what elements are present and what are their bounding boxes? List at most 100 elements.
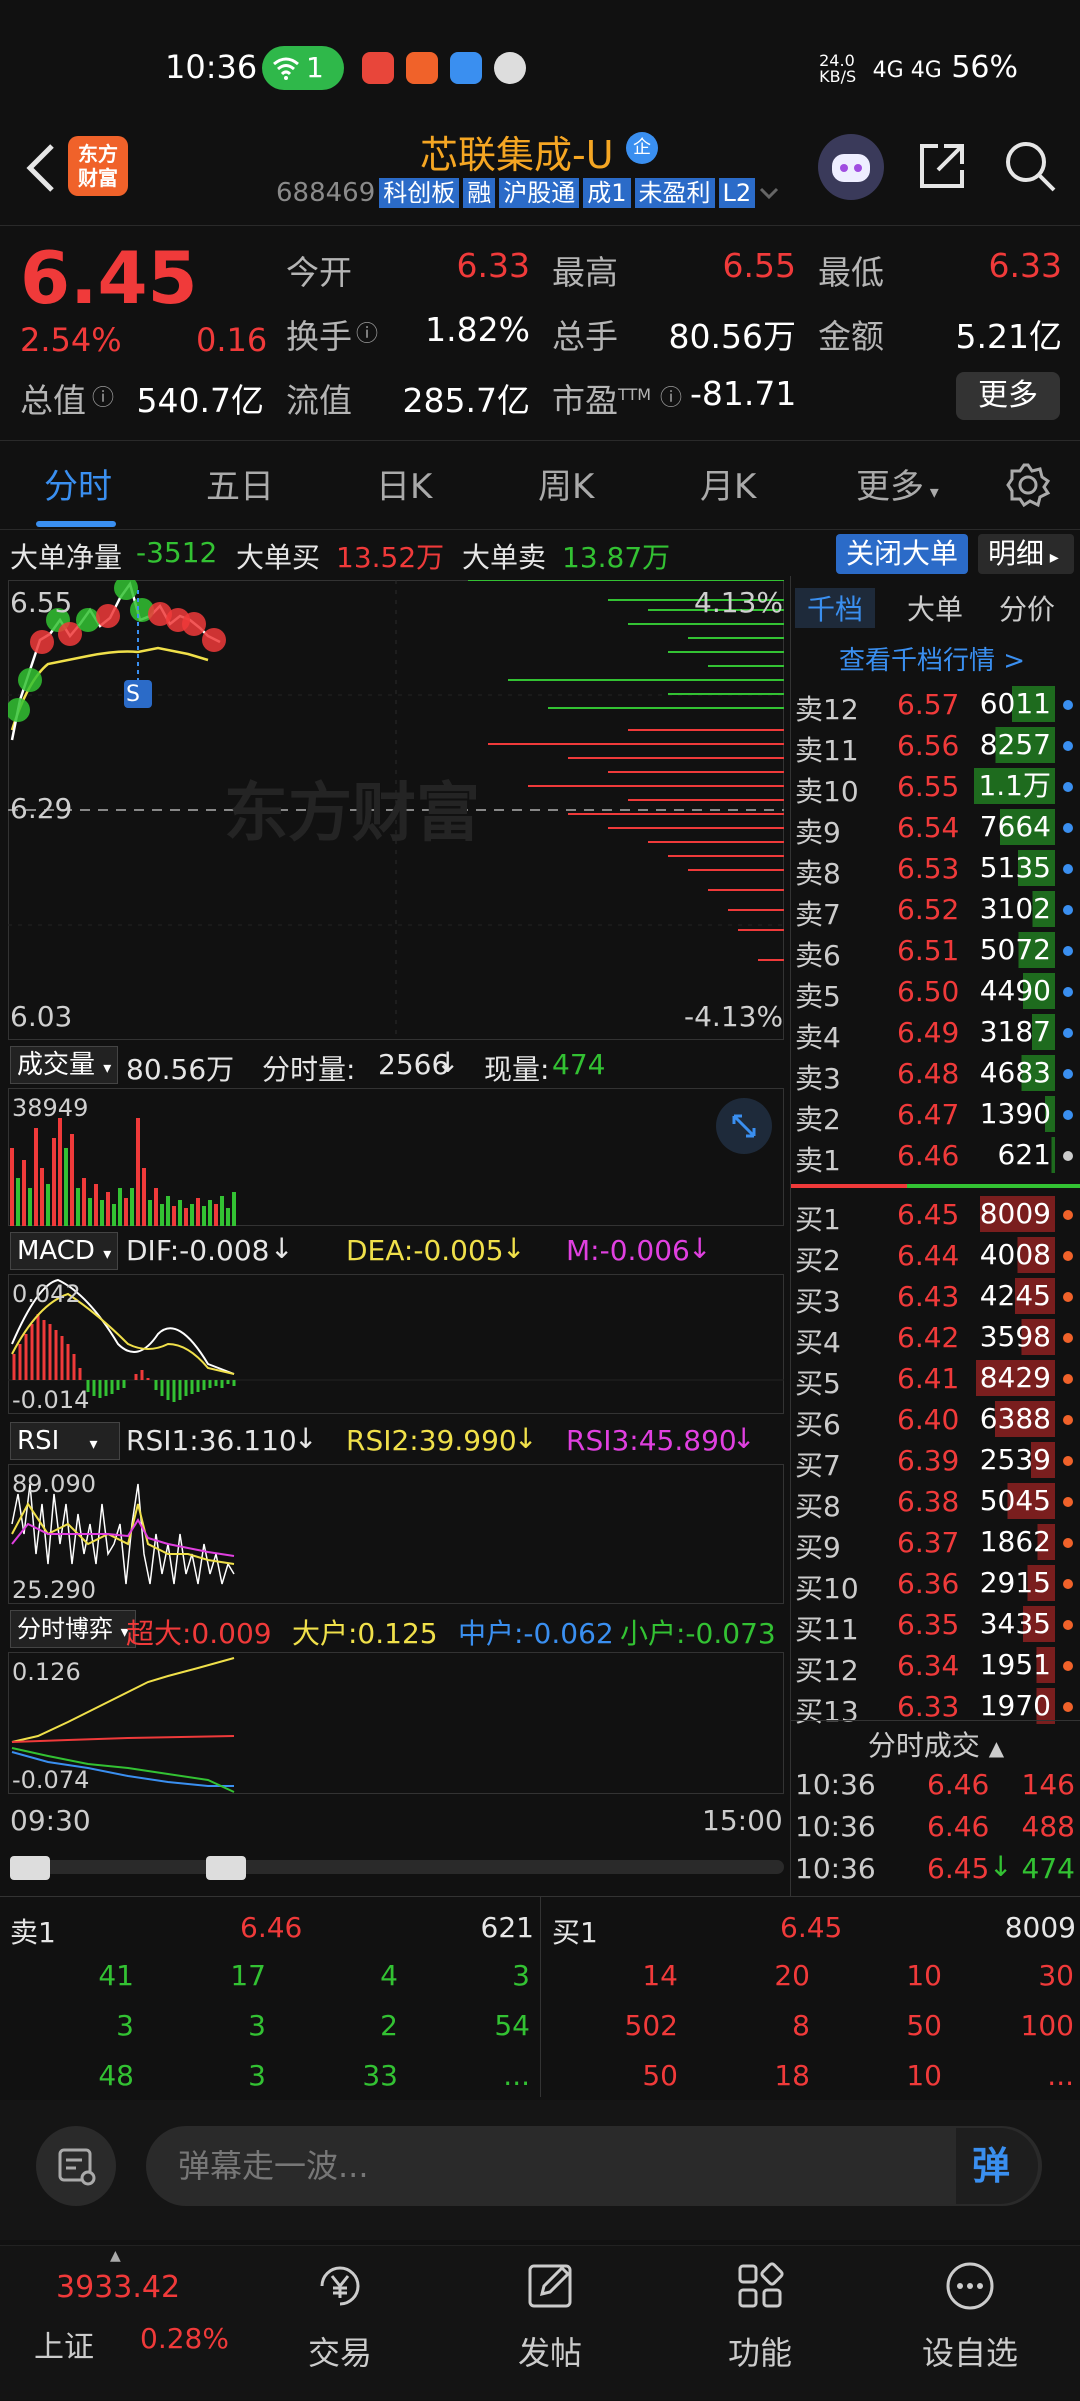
rsi-indicator-button[interactable]: RSI ▾ [10,1422,120,1460]
nav-trade[interactable]: 交易 [240,2246,440,2401]
info-icon[interactable]: ⓘ [92,380,114,412]
info-icon[interactable]: ⓘ [660,380,682,412]
bid-row[interactable]: 买3 6.43 4245 [791,1276,1080,1318]
tab-weekly-k[interactable]: 周K [538,459,594,508]
close-big-order-button[interactable]: 关闭大单 [836,534,968,574]
sell-marker-label[interactable]: S [126,682,140,707]
bid-price: 6.33 [897,1690,960,1723]
ask-row[interactable]: 卖8 6.53 5135 [791,848,1080,890]
view-depth-link[interactable]: 查看千档行情 > [839,640,1025,677]
ask-row[interactable]: 卖4 6.49 3187 [791,1012,1080,1054]
time-sales-header[interactable]: 分时成交 ▲ [791,1724,1080,1764]
bid-row[interactable]: 买1 6.45 8009 [791,1194,1080,1236]
bid-row[interactable]: 买10 6.36 2915 [791,1563,1080,1605]
rsi-bottom-label: 25.290 [12,1576,96,1604]
comment-settings-icon[interactable] [36,2126,116,2206]
macd-indicator-button[interactable]: MACD ▾ [10,1232,119,1270]
tab-daily-k[interactable]: 日K [376,459,432,508]
ask-row[interactable]: 卖11 6.56 8257 [791,725,1080,767]
stock-name[interactable]: 芯联集成-U [420,124,614,179]
rsi-top-label: 89.090 [12,1470,96,1498]
bid-level-label: 买5 [795,1367,841,1400]
nav-watchlist[interactable]: 设自选 [870,2246,1070,2401]
tab-more[interactable]: 更多 ▾ [856,459,939,508]
flow-indicator-button[interactable]: 分时博弈 ▾ [10,1610,136,1648]
ask-row[interactable]: 卖1 6.46 621 [791,1135,1080,1177]
tab-price-dist[interactable]: 分价 [999,588,1055,628]
ask-level-label: 卖11 [795,734,859,767]
danmu-toggle-button[interactable]: 弹 [956,2128,1038,2204]
bid-volume: 1970 [975,1688,1055,1724]
nav-function-label: 功能 [727,2334,792,2372]
bid-volume: 3598 [975,1319,1055,1355]
news-app-icon [406,52,438,84]
ask-volume: 621 [993,1137,1055,1173]
back-arrow-icon[interactable] [22,140,62,196]
arrow-down-icon: ↓ [688,1232,712,1265]
search-icon[interactable] [1002,138,1058,194]
more-dots-icon [946,2262,994,2310]
sell-queue-cell: ... [503,2059,530,2092]
sell-queue-cell: 33 [362,2059,398,2092]
buy-queue-cell: 50 [642,2059,678,2092]
index-pct: 0.28% [140,2322,229,2355]
bid-row[interactable]: 买6 6.40 6388 [791,1399,1080,1441]
index-ticker[interactable]: ▲ 3933.42 上证 0.28% [0,2246,229,2401]
bid-row[interactable]: 买9 6.37 1862 [791,1522,1080,1564]
nav-function[interactable]: 功能 [660,2246,860,2401]
bid-row[interactable]: 买8 6.38 5045 [791,1481,1080,1523]
ask-row[interactable]: 卖7 6.52 3102 [791,889,1080,931]
volume-indicator-button[interactable]: 成交量 ▾ [10,1046,119,1084]
bid-row[interactable]: 买7 6.39 2539 [791,1440,1080,1482]
bid-row[interactable]: 买4 6.42 3598 [791,1317,1080,1359]
bid-volume: 1862 [975,1524,1055,1560]
bid-row[interactable]: 买12 6.34 1951 [791,1645,1080,1687]
tab-big-order[interactable]: 大单 [907,588,963,628]
ask-row[interactable]: 卖5 6.50 4490 [791,971,1080,1013]
bid-price: 6.44 [897,1239,960,1272]
tab-monthly-k[interactable]: 月K [700,459,756,508]
bid-price: 6.38 [897,1485,960,1518]
sell-queue-cell: 17 [230,1959,266,1992]
ask-row[interactable]: 卖9 6.54 7664 [791,807,1080,849]
info-icon[interactable]: ⓘ [356,316,378,348]
buy-queue-cell: 14 [642,1959,678,1992]
ask-row[interactable]: 卖2 6.47 1390 [791,1094,1080,1136]
ask-row[interactable]: 卖3 6.48 4683 [791,1053,1080,1095]
ask-row[interactable]: 卖10 6.55 1.1万 [791,766,1080,808]
sell-queue-cell: 3 [248,2059,266,2092]
gear-icon[interactable] [1004,461,1052,509]
tab-five-day[interactable]: 五日 [206,459,274,508]
tag-connect: 沪股通 [499,178,580,208]
nav-post-label: 发帖 [517,2334,582,2372]
expand-icon[interactable] [716,1098,772,1154]
danmu-input[interactable]: 弹幕走一波... [146,2126,1042,2206]
taobao-app-icon [362,52,394,84]
buy-queue-cell: 502 [624,2009,678,2042]
detail-button[interactable]: 明细 ▸ [978,534,1074,574]
scroll-handle-left[interactable] [10,1856,50,1880]
pct-up-label: 4.13% [694,586,783,619]
ask-dot-icon [1063,864,1073,874]
assistant-robot-icon[interactable] [818,134,884,200]
tab-intraday[interactable]: 分时 [44,459,112,508]
share-icon[interactable] [914,138,970,194]
more-stats-button[interactable]: 更多 [956,372,1060,420]
bid-row[interactable]: 买11 6.35 3435 [791,1604,1080,1646]
nav-post[interactable]: 发帖 [450,2246,650,2401]
sell-queue-cell: 3 [248,2009,266,2042]
buy-queue-cell: 10 [906,2059,942,2092]
low-label: 最低 [818,253,884,292]
ask-volume: 4683 [975,1055,1055,1091]
bid-row[interactable]: 买2 6.44 4008 [791,1235,1080,1277]
stock-code-line[interactable]: 688469 科创板 融 沪股通 成1 未盈利 L2 [276,178,779,208]
ask-row[interactable]: 卖12 6.57 6011 [791,684,1080,726]
tab-depth[interactable]: 千档 [795,588,876,628]
net-big-value: -3512 [136,536,218,569]
ask-volume: 8257 [975,727,1055,763]
scroll-handle-right[interactable] [206,1856,246,1880]
bid-row[interactable]: 买5 6.41 8429 [791,1358,1080,1400]
ask-row[interactable]: 卖6 6.51 5072 [791,930,1080,972]
time-scrollbar[interactable] [10,1860,784,1874]
wifi-hotspot-pill: 1 [262,46,344,90]
